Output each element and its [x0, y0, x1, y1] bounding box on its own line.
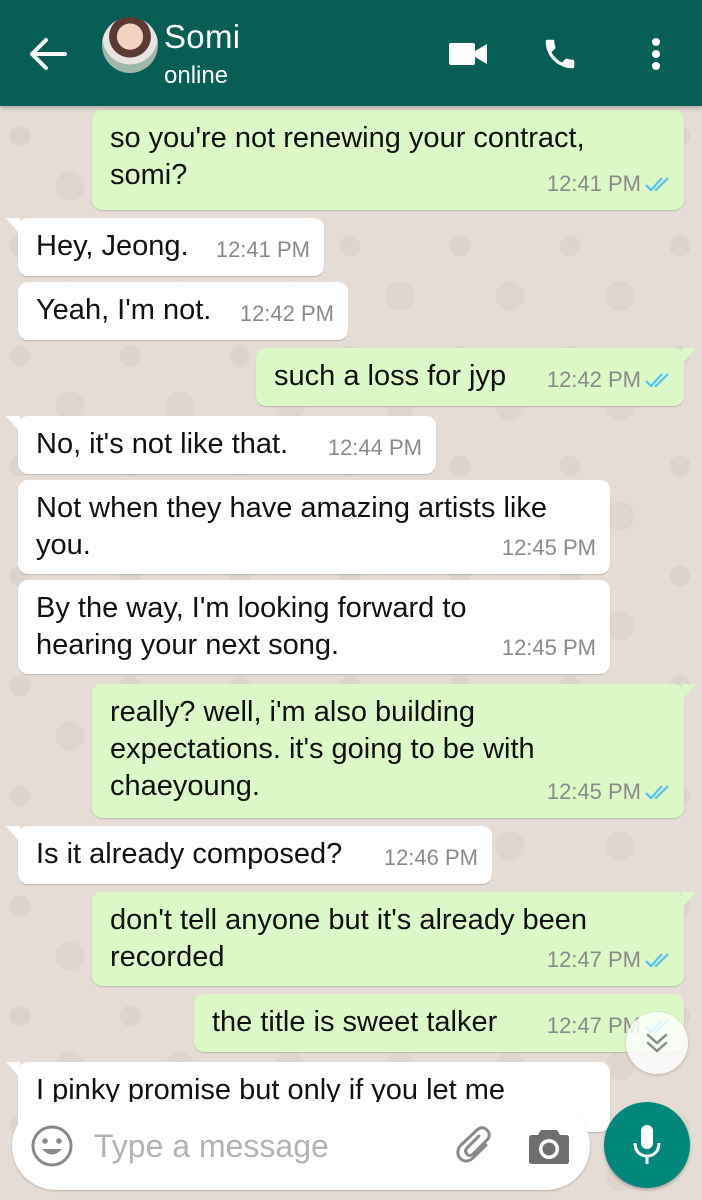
camera-icon[interactable] — [526, 1124, 572, 1168]
back-arrow-icon[interactable] — [24, 32, 72, 76]
message-time: 12:42 PM — [239, 301, 334, 326]
message-composer — [12, 1102, 590, 1190]
message-time: 12:45 PM — [501, 535, 596, 560]
attach-icon[interactable] — [452, 1122, 500, 1170]
message-time: 12:41 PM — [547, 165, 672, 202]
message-text: By the way, I'm looking forward to — [36, 592, 467, 624]
chat-header: Somi online — [0, 0, 702, 106]
message-time: 12:44 PM — [327, 435, 422, 460]
message-time: 12:42 PM — [547, 361, 672, 398]
read-tick-icon — [644, 951, 672, 969]
video-call-icon[interactable] — [444, 30, 492, 78]
voice-record-button[interactable] — [604, 1102, 690, 1188]
read-tick-icon — [644, 783, 672, 801]
message-bubble-incoming[interactable]: Yeah, I'm not. 12:42 PM — [18, 282, 348, 340]
contact-name[interactable]: Somi — [164, 18, 240, 56]
double-chevron-down-icon — [646, 1033, 668, 1053]
message-bubble-outgoing[interactable]: so you're not renewing your contract, so… — [92, 110, 684, 210]
message-text: really? well, i'm also building — [110, 696, 475, 728]
contact-status: online — [164, 62, 229, 89]
read-tick-icon — [644, 371, 672, 389]
message-text: don't tell anyone but it's already been — [110, 904, 588, 936]
message-time: 12:47 PM — [547, 941, 672, 978]
scroll-to-bottom-button[interactable] — [626, 1012, 688, 1074]
message-bubble-incoming[interactable]: By the way, I'm looking forward to heari… — [18, 580, 610, 674]
message-bubble-outgoing[interactable]: really? well, i'm also building expectat… — [92, 684, 696, 818]
message-text: expectations. it's going to be with — [110, 733, 535, 765]
more-options-icon[interactable] — [632, 30, 680, 78]
message-bubble-incoming[interactable]: Not when they have amazing artists like … — [18, 480, 610, 574]
emoji-icon[interactable] — [30, 1124, 74, 1168]
read-tick-icon — [644, 175, 672, 193]
message-bubble-incoming[interactable]: No, it's not like that. 12:44 PM — [6, 416, 436, 474]
phone-icon[interactable] — [536, 30, 584, 78]
microphone-icon — [633, 1125, 661, 1164]
message-time: 12:41 PM — [215, 237, 310, 262]
message-bubble-incoming[interactable]: Hey, Jeong. 12:41 PM — [6, 218, 324, 276]
message-bubble-outgoing[interactable]: such a loss for jyp 12:42 PM — [256, 348, 696, 406]
message-time: 12:46 PM — [383, 845, 478, 870]
message-bubble-outgoing[interactable]: the title is sweet talker 12:47 PM — [194, 994, 684, 1052]
message-text: Not when they have amazing artists like — [36, 492, 547, 524]
message-bubble-outgoing[interactable]: don't tell anyone but it's already been … — [92, 892, 696, 986]
message-input[interactable] — [94, 1122, 434, 1170]
message-time: 12:45 PM — [547, 773, 672, 810]
message-time: 12:45 PM — [501, 635, 596, 660]
message-text: so you're not renewing your contract, — [110, 122, 585, 154]
chat-area[interactable]: so you're not renewing your contract, so… — [0, 106, 702, 1200]
message-bubble-incoming[interactable]: Is it already composed? 12:46 PM — [6, 826, 492, 884]
avatar[interactable] — [102, 17, 158, 73]
